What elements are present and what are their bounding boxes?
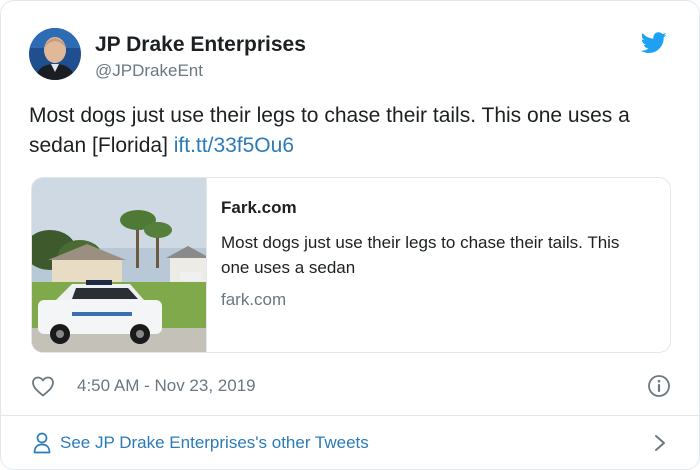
card-description: Most dogs just use their legs to chase t… [221, 233, 620, 277]
twitter-bird-icon[interactable] [640, 32, 667, 54]
tweet-header: JP Drake Enterprises @JPDrakeEnt [29, 28, 679, 84]
heart-icon[interactable] [31, 375, 55, 397]
card-thumbnail [32, 178, 210, 352]
chevron-right-icon[interactable] [653, 432, 667, 454]
tweet-text: Most dogs just use their legs to chase t… [29, 101, 669, 161]
timestamp[interactable]: 4:50 AM - Nov 23, 2019 [77, 376, 256, 396]
card-domain: fark.com [221, 290, 287, 309]
tweet-embed: JP Drake Enterprises @JPDrakeEnt Most do… [0, 0, 700, 470]
author-name[interactable]: JP Drake Enterprises [95, 33, 306, 57]
tweet-body: Most dogs just use their legs to chase t… [29, 104, 630, 157]
card-title[interactable]: Fark.com [221, 198, 651, 218]
info-icon[interactable] [647, 374, 671, 398]
avatar[interactable] [29, 28, 81, 80]
link-card[interactable]: Fark.com Most dogs just use their legs t… [31, 177, 671, 353]
author-handle[interactable]: @JPDrakeEnt [95, 61, 203, 81]
tweet-link[interactable]: ift.tt/33f5Ou6 [174, 134, 294, 157]
see-other-tweets-link[interactable]: See JP Drake Enterprises's other Tweets [31, 426, 671, 460]
person-icon [33, 432, 51, 454]
divider [1, 415, 699, 416]
card-body: Fark.com Most dogs just use their legs t… [221, 198, 651, 310]
see-other-tweets-label[interactable]: See JP Drake Enterprises's other Tweets [60, 433, 369, 453]
tweet-meta: 4:50 AM - Nov 23, 2019 [31, 373, 671, 401]
